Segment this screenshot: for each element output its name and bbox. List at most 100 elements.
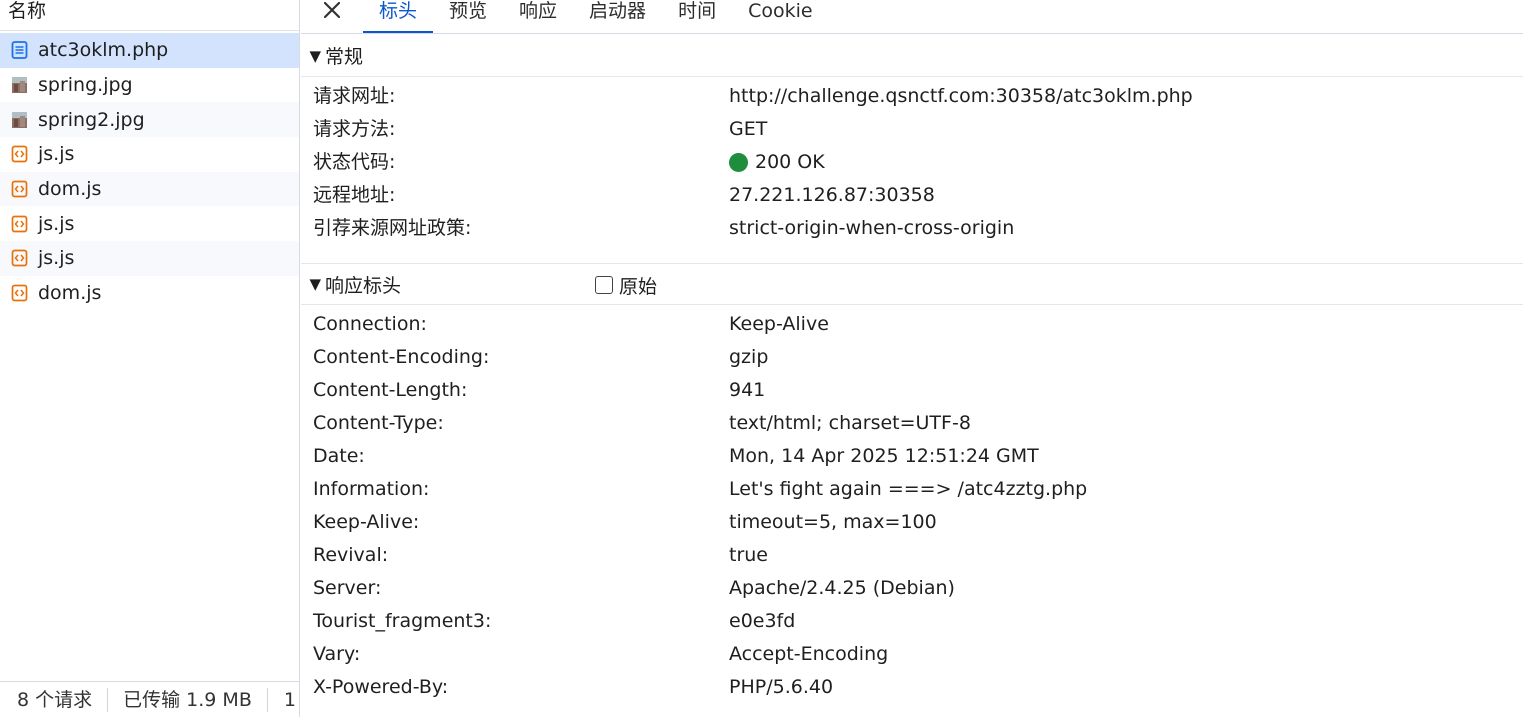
- image-icon: [11, 111, 28, 129]
- header-name: X-Powered-By:: [313, 676, 449, 698]
- header-name: 状态代码:: [313, 151, 396, 173]
- header-row: Vary: Accept-Encoding: [301, 638, 1523, 671]
- header-row: Connection: Keep-Alive: [301, 308, 1523, 341]
- header-value[interactable]: gzip: [729, 341, 768, 374]
- transferred-size: 已传输 1.9 MB: [108, 687, 268, 712]
- status-ok-icon: [729, 153, 748, 172]
- raw-checkbox[interactable]: 原始: [595, 264, 657, 306]
- header-name: 远程地址:: [313, 184, 396, 206]
- general-section-header[interactable]: ▼ 常规: [301, 35, 1523, 77]
- header-value[interactable]: 27.221.126.87:30358: [729, 179, 935, 212]
- file-name: js.js: [38, 212, 75, 235]
- header-value-text: Mon, 14 Apr 2025 12:51:24 GMT: [729, 445, 1039, 467]
- script-icon: [11, 215, 28, 233]
- header-name: Information:: [313, 478, 430, 500]
- header-value[interactable]: PHP/5.6.40: [729, 671, 833, 704]
- header-value[interactable]: 200 OK: [729, 146, 825, 179]
- header-value[interactable]: 941: [729, 374, 765, 407]
- header-row: Content-Type: text/html; charset=UTF-8: [301, 407, 1523, 440]
- tab-0[interactable]: 标头: [363, 0, 434, 33]
- header-value-text: 27.221.126.87:30358: [729, 184, 935, 206]
- header-row: Date: Mon, 14 Apr 2025 12:51:24 GMT: [301, 440, 1523, 473]
- close-icon: [322, 0, 342, 25]
- script-icon: [11, 284, 28, 302]
- header-value[interactable]: text/html; charset=UTF-8: [729, 407, 971, 440]
- tab-5[interactable]: Cookie: [732, 0, 829, 33]
- file-row[interactable]: spring2.jpg: [0, 102, 299, 138]
- header-name: Tourist_fragment3:: [313, 610, 492, 632]
- file-row[interactable]: js.js: [0, 206, 299, 241]
- file-row[interactable]: atc3oklm.php: [0, 33, 299, 68]
- header-row: Server: Apache/2.4.25 (Debian): [301, 572, 1523, 605]
- header-value[interactable]: Keep-Alive: [729, 308, 829, 341]
- header-value-text: PHP/5.6.40: [729, 676, 834, 698]
- header-row: 远程地址: 27.221.126.87:30358: [301, 179, 1523, 212]
- header-value-text: Let's fight again ===> /atc4zztg.php: [729, 478, 1088, 500]
- header-name: Revival:: [313, 544, 389, 566]
- file-row[interactable]: js.js: [0, 137, 299, 172]
- header-name: Content-Encoding:: [313, 346, 490, 368]
- header-value[interactable]: timeout=5, max=100: [729, 506, 937, 539]
- file-name: dom.js: [38, 178, 102, 201]
- header-value[interactable]: Mon, 14 Apr 2025 12:51:24 GMT: [729, 440, 1039, 473]
- script-icon: [11, 180, 28, 198]
- header-row: Information: Let's fight again ===> /atc4…: [301, 473, 1523, 506]
- file-row[interactable]: js.js: [0, 241, 299, 276]
- header-value[interactable]: e0e3fd: [729, 605, 795, 638]
- header-value-text: e0e3fd: [729, 610, 796, 632]
- status-bar: 8 个请求 已传输 1.9 MB 1: [0, 681, 299, 717]
- tab-3[interactable]: 启动器: [573, 0, 662, 33]
- header-row: Content-Encoding: gzip: [301, 341, 1523, 374]
- response-headers-section: Connection: Keep-Alive Content-Encoding: gz…: [301, 308, 1523, 704]
- header-value[interactable]: strict-origin-when-cross-origin: [729, 212, 1014, 245]
- request-details-panel: 标头 预览 响应 启动器 时间 Cookie ▼ 常规 请求网址: http://chall…: [301, 0, 1523, 717]
- header-value[interactable]: true: [729, 539, 768, 572]
- header-value-text: Keep-Alive: [729, 313, 829, 335]
- response-headers-title: 响应标头: [325, 274, 402, 297]
- file-row[interactable]: dom.js: [0, 171, 299, 207]
- header-value-text: text/html; charset=UTF-8: [729, 412, 971, 434]
- resources-size-truncated: 1: [283, 688, 296, 711]
- header-value-text: gzip: [729, 346, 769, 368]
- name-column-header[interactable]: 名称: [0, 0, 299, 31]
- header-name: Keep-Alive:: [313, 511, 420, 533]
- file-row[interactable]: dom.js: [0, 276, 299, 311]
- general-section-title: 常规: [325, 46, 364, 68]
- header-name: Date:: [313, 445, 365, 467]
- image-icon: [11, 76, 28, 94]
- script-icon: [11, 249, 28, 267]
- tab-4[interactable]: 时间: [662, 0, 732, 33]
- header-name: Connection:: [313, 313, 427, 335]
- collapse-triangle-icon: ▼: [309, 46, 321, 65]
- file-list: atc3oklm.php spring.jpg spring2.jpg js.js do…: [0, 33, 299, 311]
- header-value-text: 200 OK: [755, 151, 825, 173]
- header-name: Content-Type:: [313, 412, 444, 434]
- document-icon: [11, 41, 28, 60]
- header-value-text: Accept-Encoding: [729, 643, 889, 665]
- header-value[interactable]: http://challenge.qsnctf.com:30358/atc3ok…: [729, 80, 1193, 113]
- name-column-label: 名称: [8, 0, 47, 22]
- header-value[interactable]: Let's fight again ===> /atc4zztg.php: [729, 473, 1087, 506]
- header-value-text: strict-origin-when-cross-origin: [729, 217, 1015, 239]
- header-name: 请求方法:: [313, 118, 396, 140]
- header-row: 请求网址: http://challenge.qsnctf.com:30358/a…: [301, 80, 1523, 113]
- raw-label: 原始: [619, 275, 658, 298]
- tab-2[interactable]: 响应: [503, 0, 573, 33]
- file-name: js.js: [38, 143, 75, 166]
- tab-list: 标头 预览 响应 启动器 时间 Cookie: [363, 0, 829, 33]
- response-headers-section-header[interactable]: ▼ 响应标头 原始: [301, 263, 1523, 305]
- header-value[interactable]: Accept-Encoding: [729, 638, 888, 671]
- file-name: js.js: [38, 247, 75, 270]
- header-row: X-Powered-By: PHP/5.6.40: [301, 671, 1523, 704]
- header-row: 状态代码: 200 OK: [301, 146, 1523, 179]
- tab-1[interactable]: 预览: [433, 0, 503, 33]
- header-row: Tourist_fragment3: e0e3fd: [301, 605, 1523, 638]
- header-row: Revival: true: [301, 539, 1523, 572]
- file-row[interactable]: spring.jpg: [0, 68, 299, 103]
- header-row: 引荐来源网址政策: strict-origin-when-cross-origin: [301, 212, 1523, 245]
- header-row: Content-Length: 941: [301, 374, 1523, 407]
- header-value[interactable]: GET: [729, 113, 767, 146]
- header-value[interactable]: Apache/2.4.25 (Debian): [729, 572, 955, 605]
- close-details-button[interactable]: [301, 0, 363, 33]
- details-tab-bar: 标头 预览 响应 启动器 时间 Cookie: [301, 0, 1523, 34]
